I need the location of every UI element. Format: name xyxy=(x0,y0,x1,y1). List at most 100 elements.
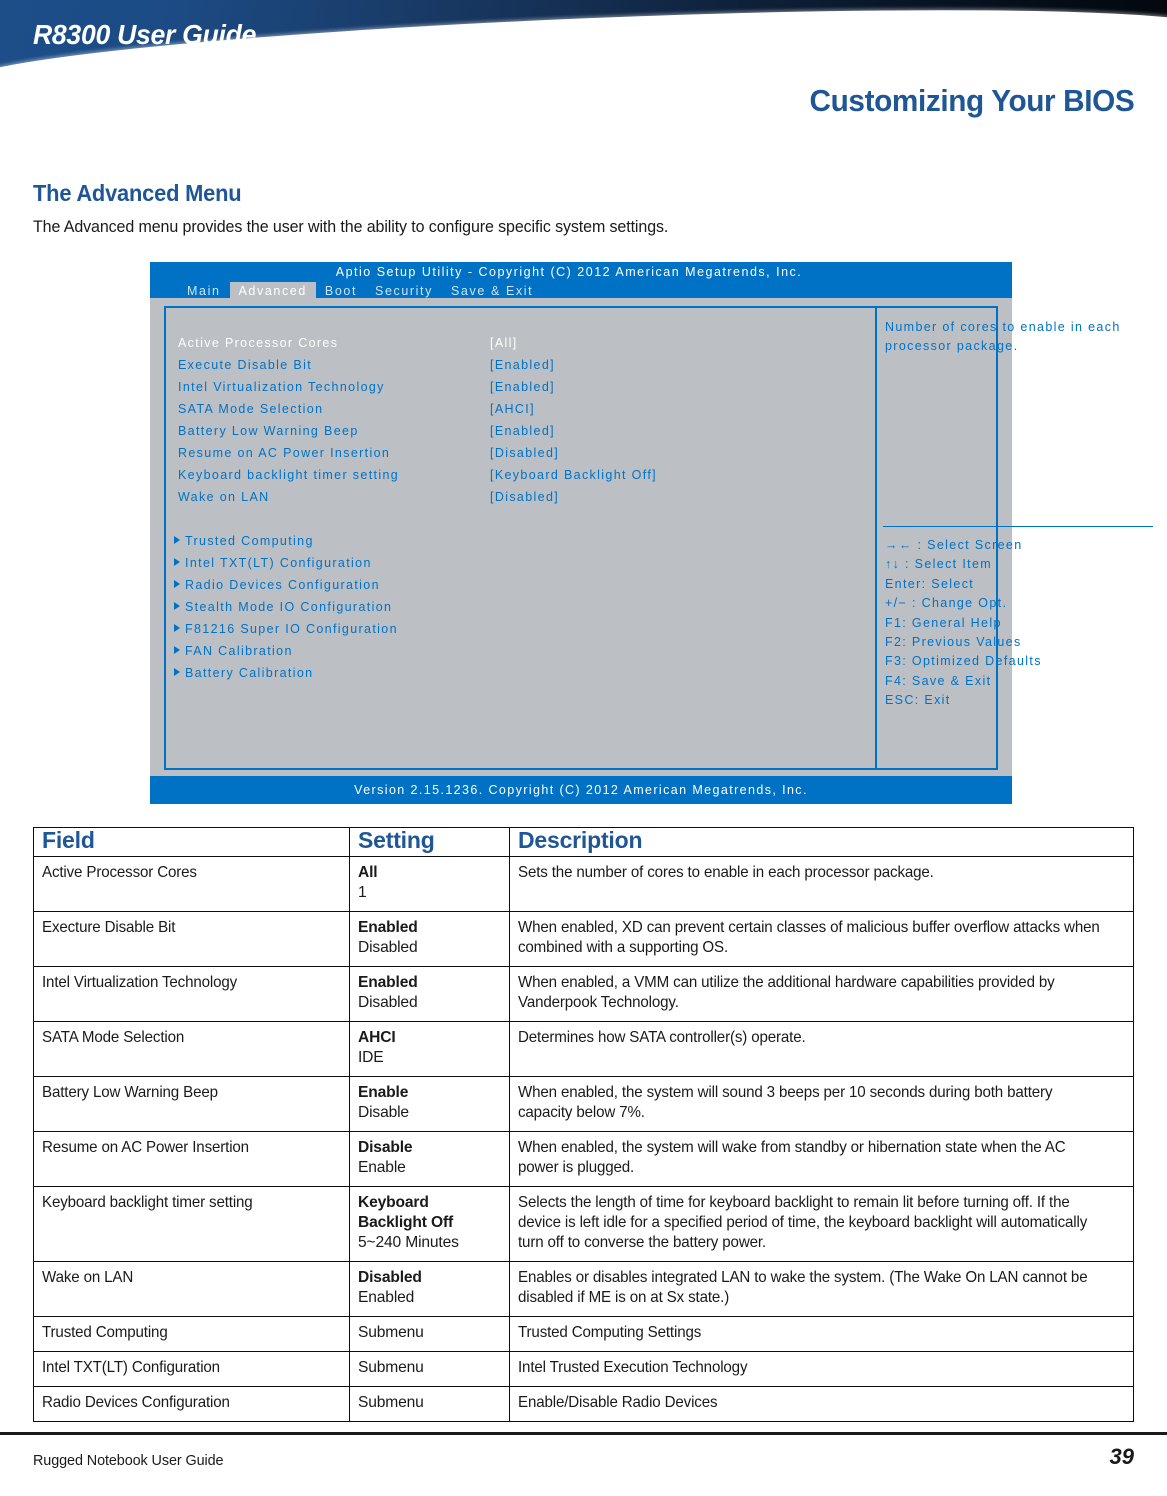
cell-field: Intel Virtualization Technology xyxy=(33,966,350,1022)
bios-options-pane: Active Processor Cores [All] Execute Dis… xyxy=(166,308,874,768)
description-text: When enabled, a VMM can utilize the addi… xyxy=(518,974,1055,1011)
bios-submenu-label: Trusted Computing xyxy=(185,534,314,548)
setting-primary: AHCI xyxy=(358,1029,396,1046)
bios-menu-tabs: Main Advanced Boot Security Save & Exit xyxy=(178,282,542,301)
bios-submenu-battery-calibration[interactable]: Battery Calibration xyxy=(174,666,313,680)
setting-primary: Disabled xyxy=(358,1269,422,1286)
cell-field: Wake on LAN xyxy=(33,1261,350,1317)
table-header-row: Field Setting Description xyxy=(33,827,1134,857)
bios-help-divider xyxy=(883,526,1153,527)
setting-primary: Keyboard Backlight Off xyxy=(358,1194,454,1231)
table-row: Resume on AC Power Insertion Disable Ena… xyxy=(33,1131,1134,1187)
cell-description: Enable/Disable Radio Devices xyxy=(509,1386,1134,1422)
cell-setting: AHCI IDE xyxy=(349,1021,510,1077)
section-heading: The Advanced Menu xyxy=(33,180,242,206)
table-row: Active Processor Cores All 1 Sets the nu… xyxy=(33,856,1134,912)
bios-option-value: [Keyboard Backlight Off] xyxy=(490,468,657,482)
description-text: When enabled, XD can prevent certain cla… xyxy=(518,919,1100,956)
bios-option-label: Active Processor Cores xyxy=(178,336,339,350)
section-intro-paragraph: The Advanced menu provides the user with… xyxy=(33,218,669,236)
table-row: Trusted Computing Submenu Trusted Comput… xyxy=(33,1316,1134,1352)
cell-field: Intel TXT(LT) Configuration xyxy=(33,1351,350,1387)
bios-submenu-fan-calibration[interactable]: FAN Calibration xyxy=(174,644,293,658)
footer-divider xyxy=(0,1432,1167,1435)
bios-help-pane: Number of cores to enable in each proces… xyxy=(877,308,1153,768)
column-header-setting: Setting xyxy=(349,827,510,857)
cell-field: Radio Devices Configuration xyxy=(33,1386,350,1422)
cell-setting: Enable Disable xyxy=(349,1076,510,1132)
bios-title-text: Aptio Setup Utility - Copyright (C) 2012… xyxy=(335,265,803,279)
bios-option-label: Wake on LAN xyxy=(178,490,270,504)
cell-setting: Submenu xyxy=(349,1386,510,1422)
setting-secondary: 1 xyxy=(358,884,367,901)
field-text: Radio Devices Configuration xyxy=(42,1394,230,1411)
field-text: Wake on LAN xyxy=(42,1269,134,1286)
submenu-arrow-icon xyxy=(174,668,180,676)
submenu-arrow-icon xyxy=(174,536,180,544)
column-header-description: Description xyxy=(509,827,1134,857)
bios-key-f2-previous-values: F2: Previous Values xyxy=(885,635,1022,650)
bios-option-value: [Enabled] xyxy=(490,424,555,438)
cell-field: Trusted Computing xyxy=(33,1316,350,1352)
submenu-arrow-icon xyxy=(174,646,180,654)
bios-key-f3-optimized-defaults: F3: Optimized Defaults xyxy=(885,654,1042,669)
cell-description: When enabled, the system will sound 3 be… xyxy=(509,1076,1134,1132)
bios-tab-save-exit[interactable]: Save & Exit xyxy=(442,282,542,301)
bios-submenu-stealth-mode-io-configuration[interactable]: Stealth Mode IO Configuration xyxy=(174,600,392,614)
bios-tab-security[interactable]: Security xyxy=(366,282,442,301)
bios-submenu-radio-devices-configuration[interactable]: Radio Devices Configuration xyxy=(174,578,380,592)
setting-secondary: Submenu xyxy=(358,1394,424,1411)
cell-description: Selects the length of time for keyboard … xyxy=(509,1186,1134,1262)
bios-submenu-label: F81216 Super IO Configuration xyxy=(185,622,398,636)
setting-secondary: Disable xyxy=(358,1104,409,1121)
setting-primary: Disable xyxy=(358,1139,413,1156)
table-row: Intel Virtualization Technology Enabled … xyxy=(33,966,1134,1022)
bios-key-f1-general-help: F1: General Help xyxy=(885,615,1002,630)
bios-option-label: Keyboard backlight timer setting xyxy=(178,468,400,482)
cell-field: Execture Disable Bit xyxy=(33,911,350,967)
bios-submenu-f81216-super-io-configuration[interactable]: F81216 Super IO Configuration xyxy=(174,622,398,636)
bios-tab-advanced[interactable]: Advanced xyxy=(229,282,316,301)
table-row: Intel TXT(LT) Configuration Submenu Inte… xyxy=(33,1351,1134,1387)
footer-page-number: 39 xyxy=(1109,1444,1134,1469)
bios-key-f4-save-exit: F4: Save & Exit xyxy=(885,673,992,688)
bios-tab-boot[interactable]: Boot xyxy=(316,282,366,301)
cell-description: Intel Trusted Execution Technology xyxy=(509,1351,1134,1387)
table-row: Execture Disable Bit Enabled Disabled Wh… xyxy=(33,911,1134,967)
cell-setting: Keyboard Backlight Off 5~240 Minutes xyxy=(349,1186,510,1262)
cell-description: When enabled, the system will wake from … xyxy=(509,1131,1134,1187)
description-text: Determines how SATA controller(s) operat… xyxy=(518,1029,806,1046)
bios-key-change-opt: +/− : Change Opt. xyxy=(885,596,1008,611)
footer-guide-name: Rugged Notebook User Guide xyxy=(33,1452,224,1469)
bios-option-value: [AHCI] xyxy=(490,402,535,416)
setting-secondary: Disabled xyxy=(358,939,418,956)
table-row: Radio Devices Configuration Submenu Enab… xyxy=(33,1386,1134,1422)
chapter-title: Customizing Your BIOS xyxy=(809,83,1134,118)
submenu-arrow-icon xyxy=(174,558,180,566)
submenu-arrow-icon xyxy=(174,602,180,610)
bios-tab-main[interactable]: Main xyxy=(178,282,230,301)
setting-secondary: Submenu xyxy=(358,1359,424,1376)
table-row: Wake on LAN Disabled Enabled Enables or … xyxy=(33,1261,1134,1317)
cell-field: Keyboard backlight timer setting xyxy=(33,1186,350,1262)
setting-primary: All xyxy=(358,864,378,881)
bios-option-value: [All] xyxy=(490,336,518,350)
cell-field: Resume on AC Power Insertion xyxy=(33,1131,350,1187)
table-row: Keyboard backlight timer setting Keyboar… xyxy=(33,1186,1134,1262)
description-text: Enable/Disable Radio Devices xyxy=(518,1394,718,1411)
bios-option-value: [Enabled] xyxy=(490,358,555,372)
bios-submenu-label: Stealth Mode IO Configuration xyxy=(185,600,393,614)
description-text: Enables or disables integrated LAN to wa… xyxy=(518,1269,1088,1306)
cell-field: SATA Mode Selection xyxy=(33,1021,350,1077)
cell-description: Enables or disables integrated LAN to wa… xyxy=(509,1261,1134,1317)
setting-primary: Enable xyxy=(358,1084,409,1101)
field-text: SATA Mode Selection xyxy=(42,1029,185,1046)
cell-description: When enabled, XD can prevent certain cla… xyxy=(509,911,1134,967)
submenu-arrow-icon xyxy=(174,580,180,588)
bios-submenu-intel-txt-configuration[interactable]: Intel TXT(LT) Configuration xyxy=(174,556,372,570)
field-text: Intel Virtualization Technology xyxy=(42,974,238,991)
bios-option-label: Battery Low Warning Beep xyxy=(178,424,359,438)
bios-submenu-trusted-computing[interactable]: Trusted Computing xyxy=(174,534,314,548)
bios-option-label: SATA Mode Selection xyxy=(178,402,324,416)
cell-description: Trusted Computing Settings xyxy=(509,1316,1134,1352)
